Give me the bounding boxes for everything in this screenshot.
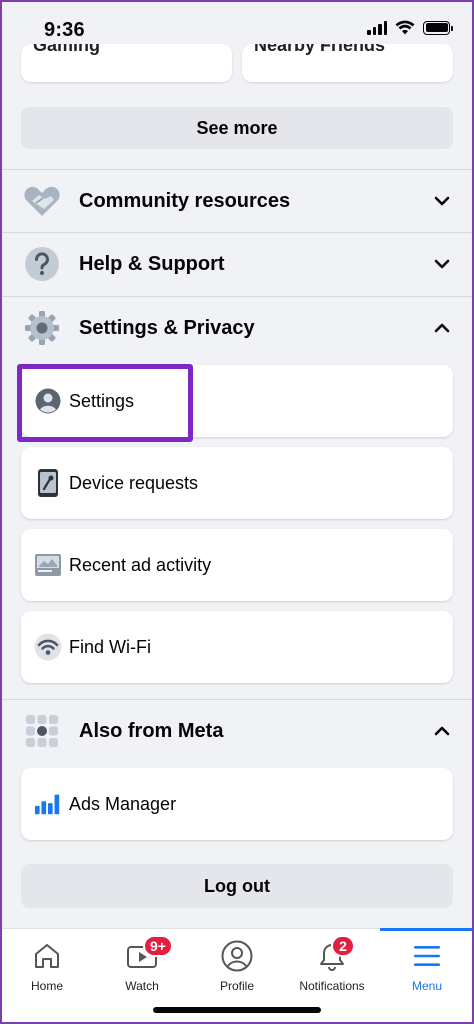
home-icon [30, 939, 64, 973]
chevron-down-icon [434, 196, 450, 206]
menu-item-label: Ads Manager [69, 793, 177, 814]
home-indicator[interactable] [153, 1007, 321, 1013]
section-label: Community resources [79, 189, 291, 212]
tab-label: Home [30, 979, 63, 993]
profile-icon [220, 939, 254, 973]
section-settings-privacy[interactable]: Settings & Privacy [0, 297, 474, 359]
menu-item-label: Find Wi-Fi [69, 636, 151, 657]
section-label: Help & Support [79, 252, 225, 275]
handshake-icon [24, 183, 60, 219]
ad-activity-icon [34, 551, 62, 579]
menu-item-label: Recent ad activity [69, 554, 212, 575]
watch-badge: 9+ [143, 935, 173, 957]
tab-watch[interactable]: 9+ Watch [95, 929, 189, 999]
question-icon [24, 246, 60, 282]
tab-label: Menu [411, 979, 443, 993]
log-out-button[interactable]: Log out [21, 864, 453, 908]
tab-label: Notifications [299, 979, 365, 993]
tab-label: Profile [219, 979, 254, 993]
chevron-up-icon [434, 323, 450, 333]
section-community-resources[interactable]: Community resources [0, 170, 474, 232]
status-overlay [0, 0, 474, 50]
section-help-support[interactable]: Help & Support [0, 233, 474, 295]
menu-item-find-wifi[interactable]: Find Wi-Fi [21, 611, 453, 683]
gear-icon [24, 310, 60, 346]
menu-item-device-requests[interactable]: Device requests [21, 447, 453, 519]
wifi-icon [34, 633, 62, 661]
chevron-up-icon [434, 726, 450, 736]
bell-icon: 2 [315, 935, 355, 973]
section-label: Settings & Privacy [79, 316, 255, 339]
ads-manager-icon [34, 790, 62, 818]
see-more-button[interactable]: See more [21, 107, 453, 149]
settings-highlight-box [17, 364, 193, 442]
tab-label: Watch [125, 979, 159, 993]
notifications-badge: 2 [331, 935, 355, 957]
menu-item-label: Device requests [69, 472, 199, 493]
section-also-from-meta[interactable]: Also from Meta [0, 700, 474, 762]
tab-menu[interactable]: Menu [380, 928, 474, 999]
phone-icon [34, 469, 62, 497]
section-label: Also from Meta [79, 719, 224, 742]
menu-icon [410, 939, 444, 973]
tab-profile[interactable]: Profile [190, 929, 284, 999]
chevron-down-icon [434, 259, 450, 269]
menu-item-recent-ad-activity[interactable]: Recent ad activity [21, 529, 453, 601]
tab-home[interactable]: Home [0, 929, 94, 999]
menu-item-ads-manager[interactable]: Ads Manager [21, 768, 453, 840]
tab-notifications[interactable]: 2 Notifications [285, 929, 379, 999]
watch-icon: 9+ [125, 935, 173, 973]
grid-icon [24, 713, 60, 749]
